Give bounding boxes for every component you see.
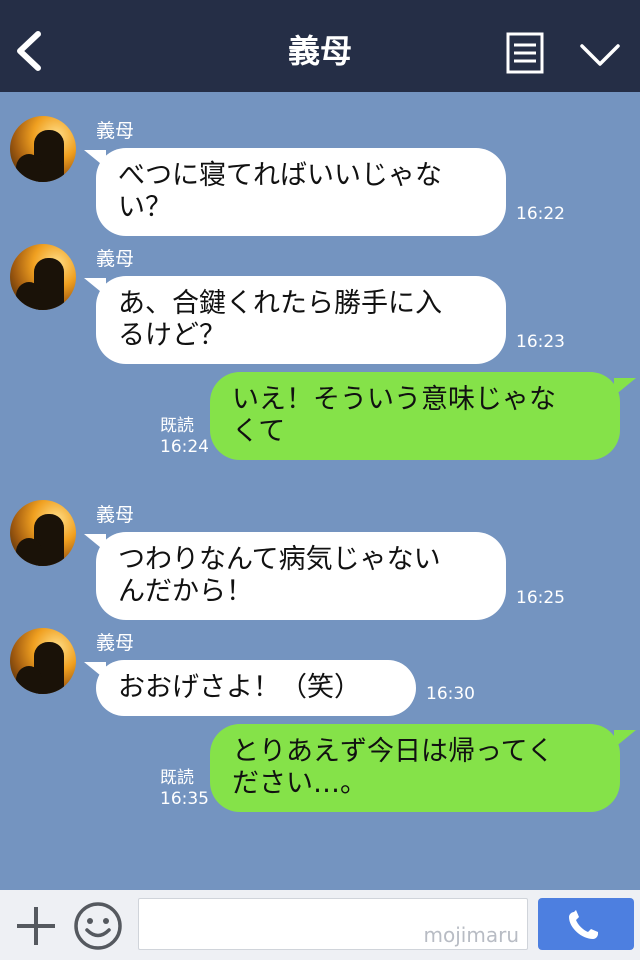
- back-button[interactable]: [10, 26, 50, 76]
- message-bubble-outgoing[interactable]: とりあえず今日は帰ってく ださい…。: [210, 724, 620, 812]
- sender-name: 義母: [96, 504, 135, 526]
- message-time: 16:22: [516, 204, 565, 224]
- sender-name: 義母: [96, 632, 135, 654]
- message-line: い？: [118, 192, 172, 223]
- message-line: あ、合鍵くれたら勝手に入: [118, 288, 442, 319]
- read-label: 既読: [160, 768, 194, 788]
- message-time: 16:35: [160, 789, 209, 809]
- watermark: mojimaru: [423, 923, 519, 947]
- smiley-icon: [74, 902, 122, 950]
- message-line: るけど？: [118, 320, 226, 351]
- message-time: 16:25: [516, 588, 565, 608]
- read-label: 既読: [160, 416, 194, 436]
- add-button[interactable]: [14, 904, 58, 948]
- phone-icon: [569, 910, 598, 939]
- message-line: べつに寝てればいいじゃな: [118, 160, 442, 191]
- sender-name: 義母: [96, 120, 135, 142]
- avatar[interactable]: [10, 500, 76, 566]
- chat-area[interactable]: 義母 べつに寝てればいいじゃな い？ 16:22 義母 あ、合鍵くれたら勝手に入…: [0, 92, 640, 890]
- bubble-tail: [614, 378, 636, 396]
- input-bar: mojimaru: [0, 890, 640, 960]
- dropdown-button[interactable]: [578, 40, 622, 70]
- message-time: 16:23: [516, 332, 565, 352]
- avatar[interactable]: [10, 116, 76, 182]
- message-time: 16:24: [160, 437, 209, 457]
- message-line: いえ！そういう意味じゃな: [232, 384, 556, 415]
- message-bubble-incoming[interactable]: おおげさよ！（笑）: [96, 660, 416, 716]
- message-bubble-incoming[interactable]: つわりなんて病気じゃない んだから！: [96, 532, 506, 620]
- chevron-down-icon: [580, 44, 620, 66]
- read-status: 既読 16:35: [160, 768, 209, 810]
- chat-title: 義母: [287, 32, 352, 70]
- call-button[interactable]: [538, 898, 634, 950]
- message-bubble-incoming[interactable]: あ、合鍵くれたら勝手に入 るけど？: [96, 276, 506, 364]
- plus-icon: [17, 907, 55, 945]
- chevron-left-icon: [17, 31, 41, 71]
- avatar[interactable]: [10, 628, 76, 694]
- read-status: 既読 16:24: [160, 416, 209, 458]
- sender-name: 義母: [96, 248, 135, 270]
- menu-button[interactable]: [506, 32, 544, 74]
- message-line: ださい…。: [232, 768, 367, 799]
- bubble-tail: [614, 730, 636, 748]
- message-line: んだから！: [118, 576, 253, 607]
- message-input[interactable]: mojimaru: [138, 898, 528, 950]
- message-line: つわりなんて病気じゃない: [118, 544, 441, 575]
- message-line: とりあえず今日は帰ってく: [232, 736, 554, 767]
- menu-document-icon: [506, 32, 544, 74]
- message-line: くて: [232, 416, 286, 447]
- message-line: おおげさよ！（笑）: [118, 672, 361, 703]
- message-bubble-outgoing[interactable]: いえ！そういう意味じゃな くて: [210, 372, 620, 460]
- chat-header: 義母: [0, 0, 640, 92]
- avatar[interactable]: [10, 244, 76, 310]
- emoji-button[interactable]: [72, 900, 124, 952]
- message-bubble-incoming[interactable]: べつに寝てればいいじゃな い？: [96, 148, 506, 236]
- message-time: 16:30: [426, 684, 475, 704]
